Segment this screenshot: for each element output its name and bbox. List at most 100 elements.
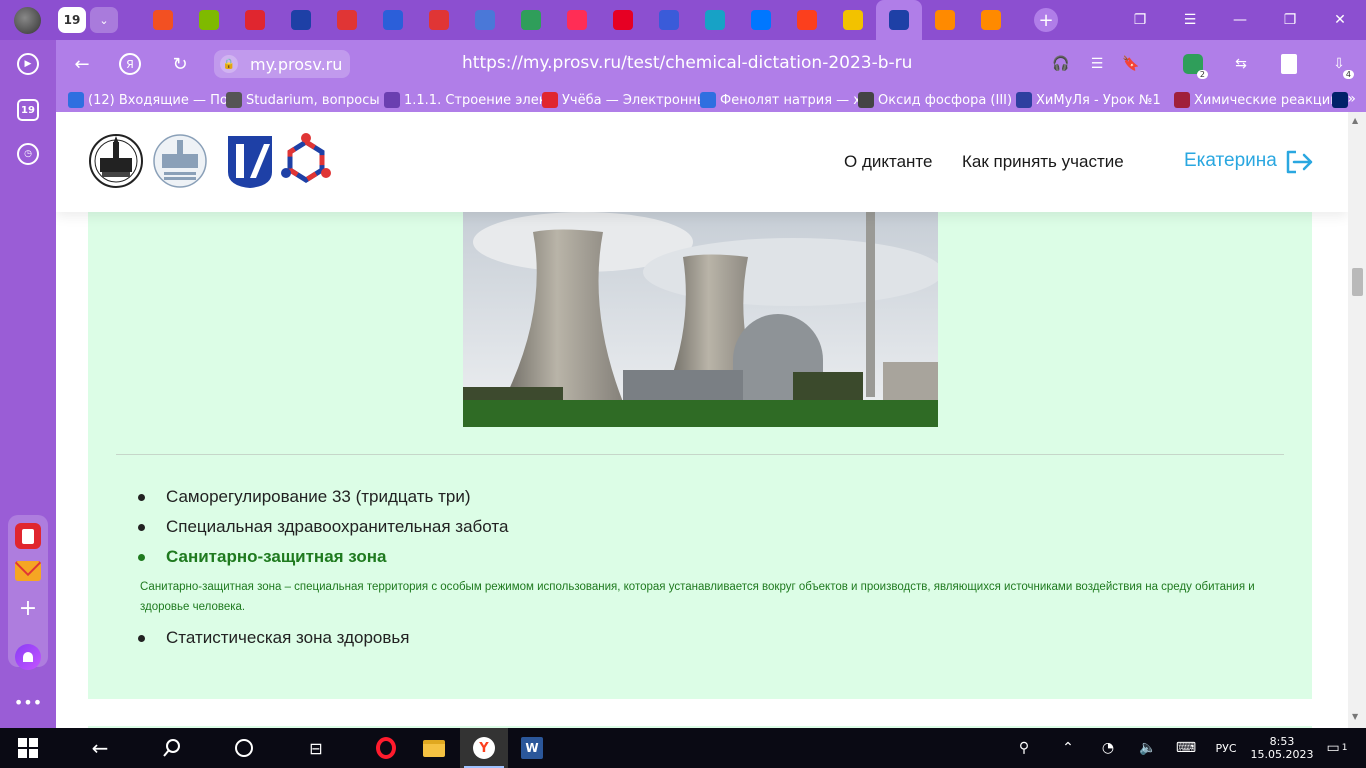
tray-chevron-icon[interactable]: ⌃: [1056, 728, 1080, 768]
answer-option[interactable]: Специальная здравоохранительная забота: [138, 517, 508, 537]
mail-icon[interactable]: [14, 557, 42, 585]
browser-tab[interactable]: [646, 0, 692, 40]
bookmark-item[interactable]: ХиМуЛя - Урок №1: [1016, 92, 1174, 108]
browser-tab[interactable]: [462, 0, 508, 40]
browser-tab[interactable]: [278, 0, 324, 40]
opera-icon[interactable]: [362, 728, 410, 768]
page-scrollbar[interactable]: ▲ ▼: [1348, 112, 1366, 728]
bookmark-item[interactable]: Учёба — Электронные: [542, 92, 700, 108]
tabs-count-icon[interactable]: 19: [14, 96, 42, 124]
scrollbar-thumb[interactable]: [1352, 268, 1363, 296]
close-button[interactable]: ✕: [1316, 0, 1364, 40]
domain-text: my.prosv.ru: [250, 55, 343, 74]
browser-tab[interactable]: [370, 0, 416, 40]
download-icon[interactable]: ⇩ 4: [1328, 53, 1354, 79]
lock-icon[interactable]: 🔒: [220, 55, 238, 73]
alice-icon[interactable]: [14, 643, 42, 671]
windows-start-icon[interactable]: [4, 728, 52, 768]
bookmark-item[interactable]: Фенолят натрия — химия: [700, 92, 858, 108]
domain-pill[interactable]: 🔒 my.prosv.ru: [214, 50, 350, 78]
browser-tab[interactable]: [600, 0, 646, 40]
bookmark-label: 1.1.1. Строение электронных: [404, 92, 542, 108]
chevron-double-right-icon[interactable]: »: [1347, 91, 1356, 107]
browser-tab[interactable]: [968, 0, 1014, 40]
uk-flag-icon: [1332, 92, 1348, 108]
maximize-button[interactable]: ❐: [1266, 0, 1314, 40]
headphones-icon[interactable]: 🎧: [1050, 53, 1072, 75]
history-icon[interactable]: ◷: [14, 140, 42, 168]
tab-count-button[interactable]: 19: [58, 7, 86, 33]
reload-icon[interactable]: ↻: [168, 52, 192, 76]
scroll-up-icon[interactable]: ▲: [1352, 116, 1358, 125]
answer-option[interactable]: Саморегулирование 33 (тридцать три): [138, 487, 471, 507]
prosv-logo[interactable]: [222, 132, 278, 190]
menu-icon[interactable]: ☰: [1166, 0, 1214, 40]
browser-tab[interactable]: [922, 0, 968, 40]
back-icon[interactable]: ←: [70, 52, 94, 76]
nav-how-to-participate[interactable]: Как принять участие: [962, 152, 1124, 172]
browser-tab[interactable]: [186, 0, 232, 40]
reader-icon[interactable]: ☰: [1086, 53, 1108, 75]
nav-about[interactable]: О диктанте: [844, 152, 932, 172]
bookmark-item[interactable]: Химические реакции: [1174, 92, 1332, 108]
language-indicator[interactable]: РУС: [1208, 728, 1244, 768]
keyboard-icon[interactable]: ⌨: [1174, 728, 1198, 768]
play-icon[interactable]: ▶: [14, 50, 42, 78]
wifi-icon[interactable]: ◔: [1096, 728, 1120, 768]
user-name[interactable]: Екатерина: [1184, 150, 1277, 172]
translate-icon[interactable]: ⇆: [1230, 53, 1252, 75]
browser-tab[interactable]: [232, 0, 278, 40]
bookmark-item[interactable]: Оксид фосфора (III): [858, 92, 1016, 108]
docs-extension-icon[interactable]: [1278, 53, 1300, 75]
address-bar: ← Я ↻ 🔒 my.prosv.ru https://my.prosv.ru/…: [56, 40, 1366, 88]
browser-tab[interactable]: [784, 0, 830, 40]
minimize-button[interactable]: —: [1216, 0, 1264, 40]
more-icon[interactable]: •••: [14, 688, 42, 716]
molecule-logo[interactable]: [278, 132, 334, 190]
back-arrow-icon[interactable]: ←: [76, 728, 124, 768]
question-card: Саморегулирование 33 (тридцать три) Спец…: [88, 212, 1312, 699]
cortana-icon[interactable]: [220, 728, 268, 768]
wing-icon: [383, 10, 403, 30]
answer-option-correct[interactable]: Санитарно-защитная зона: [138, 547, 386, 567]
new-tab-button[interactable]: +: [1034, 8, 1058, 32]
bookmark-item[interactable]: 1.1.1. Строение электронных: [384, 92, 542, 108]
volume-icon[interactable]: 🔈: [1136, 728, 1160, 768]
browser-tab[interactable]: [692, 0, 738, 40]
answer-option[interactable]: Статистическая зона здоровья: [138, 628, 409, 648]
li-icon: [843, 10, 863, 30]
bookmark-item[interactable]: (12) Входящие — Почта: [68, 92, 226, 108]
extension-shield-icon[interactable]: 2: [1182, 53, 1208, 79]
tabs-overview-icon[interactable]: ❐: [1116, 0, 1164, 40]
yandex-browser-icon[interactable]: Y: [460, 728, 508, 768]
pen-icon: [659, 10, 679, 30]
search-icon[interactable]: [148, 728, 196, 768]
bookmark-label: Фенолят натрия — химия: [720, 92, 858, 108]
add-icon[interactable]: +: [14, 594, 42, 622]
logout-icon[interactable]: [1284, 150, 1314, 174]
url-text[interactable]: https://my.prosv.ru/test/chemical-dictat…: [462, 53, 912, 73]
browser-tab[interactable]: [324, 0, 370, 40]
browser-tab[interactable]: [554, 0, 600, 40]
word-icon[interactable]: W: [508, 728, 556, 768]
bookmark-icon[interactable]: 🔖: [1120, 53, 1142, 75]
bookmark-item[interactable]: Studarium, вопросы: [226, 92, 384, 108]
people-icon[interactable]: ⚲: [1012, 728, 1036, 768]
browser-tab[interactable]: [830, 0, 876, 40]
yandex-icon[interactable]: Я: [118, 52, 142, 76]
browser-tab[interactable]: [416, 0, 462, 40]
browser-tab[interactable]: [738, 0, 784, 40]
notifications-icon[interactable]: ▭ 1: [1322, 728, 1352, 768]
scroll-down-icon[interactable]: ▼: [1352, 712, 1358, 721]
browser-tab[interactable]: [508, 0, 554, 40]
browser-tab[interactable]: [876, 0, 922, 40]
task-view-icon[interactable]: ⊟: [292, 728, 340, 768]
browser-tab[interactable]: [140, 0, 186, 40]
profile-avatar[interactable]: [14, 7, 41, 34]
yandex-docs-icon[interactable]: [14, 522, 42, 550]
clock[interactable]: 8:53 15.05.2023: [1251, 728, 1314, 768]
chevron-down-icon[interactable]: ⌄: [90, 7, 118, 33]
file-explorer-icon[interactable]: [410, 728, 458, 768]
chemistry-faculty-logo[interactable]: [152, 132, 208, 190]
msu-logo[interactable]: [88, 132, 144, 190]
